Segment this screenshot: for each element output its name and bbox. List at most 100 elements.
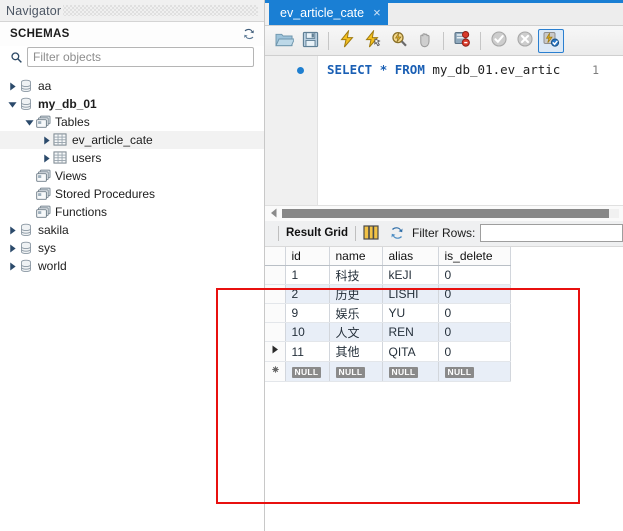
- explain-statement-button[interactable]: [386, 29, 412, 53]
- chevron-right-icon[interactable]: [40, 149, 53, 167]
- filter-rows-input[interactable]: [480, 224, 623, 243]
- toggle-autocommit-button[interactable]: [538, 28, 564, 53]
- toggle-autocommit-icon: [542, 30, 560, 51]
- cell-alias[interactable]: REN: [382, 322, 439, 343]
- cell-name[interactable]: 人文: [329, 322, 383, 343]
- column-header-id[interactable]: id: [285, 246, 330, 267]
- row-selector-cell[interactable]: [265, 284, 286, 305]
- cell-alias[interactable]: LISHI: [382, 284, 439, 305]
- stop-execution-button[interactable]: [412, 29, 438, 53]
- rollback-transaction-button[interactable]: [512, 29, 538, 53]
- navigator-header: Navigator: [0, 0, 264, 22]
- sql-keyword-select: SELECT: [327, 62, 373, 77]
- refresh-icon[interactable]: [242, 27, 256, 41]
- current-row-arrow[interactable]: [265, 341, 286, 363]
- table-icon: [53, 150, 68, 166]
- cell-alias[interactable]: kEJI: [382, 265, 439, 286]
- tree-item-sakila[interactable]: sakila: [0, 221, 264, 239]
- table-row[interactable]: 10 人文 REN 0: [265, 322, 511, 343]
- save-sql-file-button[interactable]: [297, 29, 323, 53]
- cell-id[interactable]: 10: [285, 322, 330, 343]
- refresh-grid-icon[interactable]: [389, 225, 405, 241]
- cell-is_delete[interactable]: 0: [438, 341, 511, 363]
- tree-item-label: sys: [38, 241, 56, 255]
- cell-is_delete[interactable]: 0: [438, 322, 511, 343]
- cell-alias[interactable]: QITA: [382, 341, 439, 363]
- sql-editor[interactable]: 1 SELECT * FROM my_db_01.ev_artic: [265, 56, 623, 205]
- tree-item-tables[interactable]: Tables: [0, 113, 264, 131]
- chevron-right-icon[interactable]: [6, 221, 19, 239]
- tree-item-sys[interactable]: sys: [0, 239, 264, 257]
- execute-statement-button[interactable]: [334, 29, 360, 53]
- close-icon[interactable]: ×: [373, 6, 381, 19]
- grid-view-icon[interactable]: [363, 225, 379, 241]
- chevron-right-icon[interactable]: [6, 257, 19, 275]
- null-cell-name[interactable]: NULL: [329, 361, 383, 383]
- tree-item-world[interactable]: world: [0, 257, 264, 275]
- open-sql-file-button[interactable]: [271, 29, 297, 53]
- chevron-down-icon[interactable]: [6, 95, 19, 113]
- cell-id[interactable]: 1: [285, 265, 330, 286]
- table-row[interactable]: 2 历史 LISHI 0: [265, 284, 511, 305]
- scrollbar-track[interactable]: [282, 208, 619, 218]
- cell-is_delete[interactable]: 0: [438, 284, 511, 305]
- editor-tab-strip: ev_article_cate ×: [265, 0, 623, 26]
- execute-current-statement-button[interactable]: [360, 29, 386, 53]
- no-arrow-spacer: [23, 203, 36, 221]
- table-row[interactable]: 11 其他 QITA 0: [265, 341, 511, 363]
- table-icon: [53, 132, 68, 148]
- row-selector-cell[interactable]: [265, 303, 286, 324]
- new-row-asterisk[interactable]: [265, 361, 286, 383]
- blue-dot-icon[interactable]: [297, 67, 304, 74]
- execute-current-statement-icon: [364, 29, 382, 51]
- row-selector-cell[interactable]: [265, 265, 286, 286]
- new-row-placeholder[interactable]: NULL NULL NULL NULL: [265, 361, 511, 383]
- chevron-right-icon[interactable]: [6, 239, 19, 257]
- column-header-is-delete[interactable]: is_delete: [438, 246, 511, 267]
- table-row[interactable]: 9 娱乐 YU 0: [265, 303, 511, 324]
- editor-horizontal-scrollbar[interactable]: [265, 204, 623, 221]
- tab-ev-article-cate[interactable]: ev_article_cate ×: [269, 0, 388, 25]
- cell-name[interactable]: 娱乐: [329, 303, 383, 324]
- cell-id[interactable]: 11: [285, 341, 330, 363]
- commit-transaction-button[interactable]: [486, 29, 512, 53]
- table-row[interactable]: 1 科技 kEJI 0: [265, 265, 511, 286]
- column-header-name[interactable]: name: [329, 246, 383, 267]
- sql-keyword-from: FROM: [394, 62, 425, 77]
- tree-item-ev-article-cate[interactable]: ev_article_cate: [0, 131, 264, 149]
- cell-is_delete[interactable]: 0: [438, 265, 511, 286]
- sql-star: *: [379, 62, 388, 77]
- row-selector-cell[interactable]: [265, 322, 286, 343]
- null-cell-id[interactable]: NULL: [285, 361, 330, 383]
- database-icon: [19, 259, 34, 274]
- cell-alias[interactable]: YU: [382, 303, 439, 324]
- tree-item-my-db-01[interactable]: my_db_01: [0, 95, 264, 113]
- database-icon: [19, 97, 34, 112]
- cell-name[interactable]: 历史: [329, 284, 383, 305]
- filter-objects-input[interactable]: [27, 47, 254, 67]
- cell-name[interactable]: 其他: [329, 341, 383, 363]
- scroll-left-arrow-icon[interactable]: [267, 207, 280, 220]
- scrollbar-thumb[interactable]: [282, 208, 609, 218]
- toggle-stop-on-error-button[interactable]: [449, 29, 475, 53]
- no-arrow-spacer: [23, 167, 36, 185]
- chevron-down-icon[interactable]: [23, 113, 36, 131]
- cell-name[interactable]: 科技: [329, 265, 383, 286]
- tree-item-label: world: [38, 259, 67, 273]
- cell-id[interactable]: 9: [285, 303, 330, 324]
- cell-id[interactable]: 2: [285, 284, 330, 305]
- null-cell-alias[interactable]: NULL: [382, 361, 439, 383]
- tree-item-stored-procedures[interactable]: Stored Procedures: [0, 185, 264, 203]
- tree-item-aa[interactable]: aa: [0, 77, 264, 95]
- tree-item-functions[interactable]: Functions: [0, 203, 264, 221]
- chevron-right-icon[interactable]: [6, 77, 19, 95]
- save-sql-file-icon: [302, 31, 319, 51]
- tree-item-views[interactable]: Views: [0, 167, 264, 185]
- column-header-alias[interactable]: alias: [382, 246, 439, 267]
- result-grid[interactable]: id name alias is_delete 1 科技 kEJI 0 2 历史 LISHI…: [265, 246, 623, 531]
- chevron-right-icon[interactable]: [40, 131, 53, 149]
- tree-item-label: sakila: [38, 223, 69, 237]
- tree-item-users[interactable]: users: [0, 149, 264, 167]
- cell-is_delete[interactable]: 0: [438, 303, 511, 324]
- null-cell-is_delete[interactable]: NULL: [438, 361, 511, 383]
